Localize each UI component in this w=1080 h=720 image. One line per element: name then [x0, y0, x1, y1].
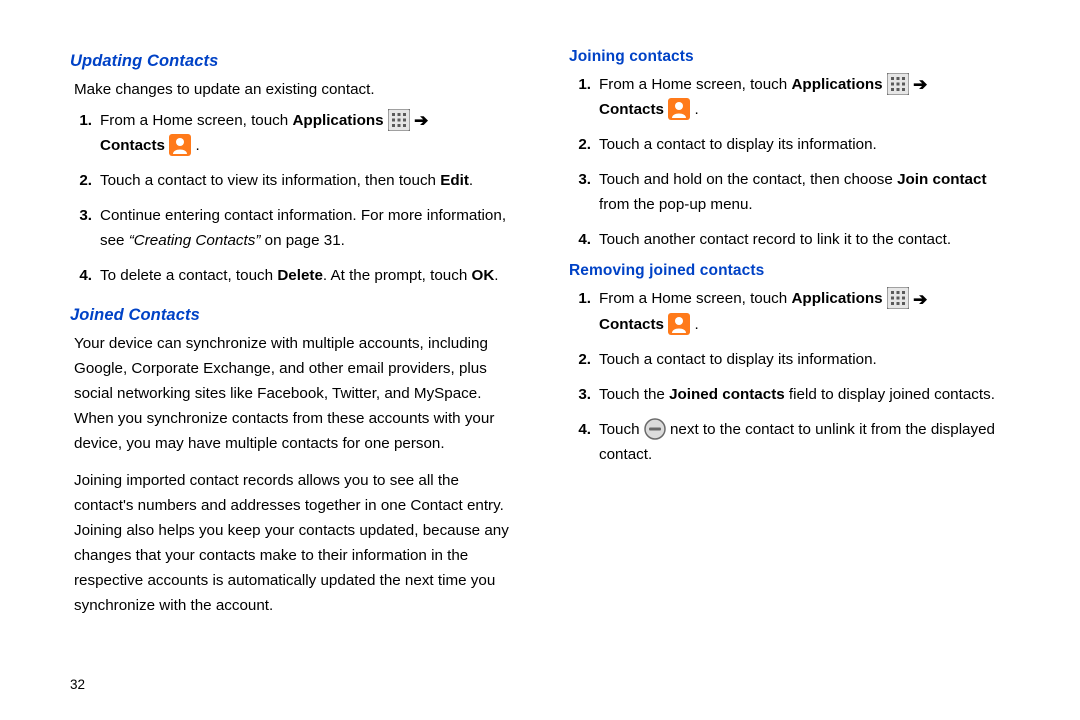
step-body: Touch next to the contact to unlink it f…	[599, 417, 1020, 467]
step-text: From a Home screen, touch	[100, 112, 292, 129]
page-number: 32	[70, 677, 85, 692]
arrow-icon: ➔	[913, 72, 927, 97]
contacts-label: Contacts	[100, 137, 165, 154]
delete-label: Delete	[277, 267, 323, 284]
contacts-icon	[169, 134, 191, 156]
arrow-icon: ➔	[414, 108, 428, 133]
joined-paragraph-1: Your device can synchronize with multipl…	[74, 331, 521, 456]
step-body: From a Home screen, touch Applications ➔…	[100, 108, 521, 158]
right-column: Joining contacts 1. From a Home screen, …	[569, 44, 1020, 630]
step-text: Touch the	[599, 386, 669, 403]
step-text: From a Home screen, touch	[599, 76, 791, 93]
step-body: Touch another contact record to link it …	[599, 227, 1020, 252]
step-item: 2. Touch a contact to display its inform…	[573, 347, 1020, 372]
step-number: 3.	[74, 203, 92, 253]
applications-label: Applications	[292, 112, 383, 129]
step-text: . At the prompt, touch	[323, 267, 472, 284]
remove-icon	[644, 418, 666, 440]
step-text: .	[494, 267, 498, 284]
step-text: field to display joined contacts.	[785, 386, 995, 403]
step-body: Touch a contact to display its informati…	[599, 132, 1020, 157]
step-body: To delete a contact, touch Delete. At th…	[100, 263, 521, 288]
applications-label: Applications	[791, 76, 882, 93]
section-heading-joined: Joined Contacts	[70, 306, 521, 325]
step-text: on page 31.	[260, 232, 344, 249]
step-number: 2.	[573, 347, 591, 372]
step-item: 4. Touch next to the contact to unlink i…	[573, 417, 1020, 467]
removing-steps: 1. From a Home screen, touch Application…	[569, 286, 1020, 466]
cross-reference: “Creating Contacts”	[129, 232, 261, 249]
section-heading-updating: Updating Contacts	[70, 52, 521, 71]
apps-grid-icon	[887, 287, 909, 309]
edit-label: Edit	[440, 172, 469, 189]
step-number: 4.	[573, 227, 591, 252]
contacts-label: Contacts	[599, 101, 664, 118]
step-item: 1. From a Home screen, touch Application…	[573, 72, 1020, 122]
step-number: 4.	[74, 263, 92, 288]
step-item: 4. Touch another contact record to link …	[573, 227, 1020, 252]
step-text: Touch and hold on the contact, then choo…	[599, 171, 897, 188]
two-column-layout: Updating Contacts Make changes to update…	[70, 44, 1020, 630]
step-text: .	[690, 101, 698, 118]
contacts-icon	[668, 98, 690, 120]
contacts-icon	[668, 313, 690, 335]
left-column: Updating Contacts Make changes to update…	[70, 44, 521, 630]
step-text: To delete a contact, touch	[100, 267, 277, 284]
step-item: 2. Touch a contact to display its inform…	[573, 132, 1020, 157]
step-number: 1.	[573, 286, 591, 336]
step-item: 3. Continue entering contact information…	[74, 203, 521, 253]
manual-page: Updating Contacts Make changes to update…	[0, 0, 1080, 720]
joined-contacts-label: Joined contacts	[669, 386, 785, 403]
subheading-joining: Joining contacts	[569, 48, 1020, 66]
step-text: From a Home screen, touch	[599, 290, 791, 307]
step-text: Touch	[599, 421, 644, 438]
apps-grid-icon	[388, 109, 410, 131]
step-body: From a Home screen, touch Applications ➔…	[599, 72, 1020, 122]
join-contact-label: Join contact	[897, 171, 986, 188]
step-item: 3. Touch the Joined contacts field to di…	[573, 382, 1020, 407]
step-number: 2.	[74, 168, 92, 193]
step-item: 1. From a Home screen, touch Application…	[74, 108, 521, 158]
step-text: .	[690, 316, 698, 333]
applications-label: Applications	[791, 290, 882, 307]
step-number: 3.	[573, 167, 591, 217]
step-number: 3.	[573, 382, 591, 407]
contacts-label: Contacts	[599, 316, 664, 333]
step-number: 2.	[573, 132, 591, 157]
step-text: from the pop-up menu.	[599, 196, 753, 213]
arrow-icon: ➔	[913, 287, 927, 312]
step-number: 1.	[74, 108, 92, 158]
step-text: .	[469, 172, 473, 189]
step-text: .	[191, 137, 199, 154]
step-body: Touch a contact to display its informati…	[599, 347, 1020, 372]
apps-grid-icon	[887, 73, 909, 95]
step-text: Touch a contact to view its information,…	[100, 172, 440, 189]
step-item: 2. Touch a contact to view its informati…	[74, 168, 521, 193]
intro-text: Make changes to update an existing conta…	[74, 77, 521, 102]
step-number: 4.	[573, 417, 591, 467]
ok-label: OK	[472, 267, 495, 284]
step-body: Touch a contact to view its information,…	[100, 168, 521, 193]
step-item: 4. To delete a contact, touch Delete. At…	[74, 263, 521, 288]
step-item: 3. Touch and hold on the contact, then c…	[573, 167, 1020, 217]
step-body: Touch and hold on the contact, then choo…	[599, 167, 1020, 217]
subheading-removing: Removing joined contacts	[569, 262, 1020, 280]
updating-steps: 1. From a Home screen, touch Application…	[70, 108, 521, 288]
step-body: Touch the Joined contacts field to displ…	[599, 382, 1020, 407]
joined-paragraph-2: Joining imported contact records allows …	[74, 468, 521, 618]
step-body: From a Home screen, touch Applications ➔…	[599, 286, 1020, 336]
step-body: Continue entering contact information. F…	[100, 203, 521, 253]
step-item: 1. From a Home screen, touch Application…	[573, 286, 1020, 336]
step-number: 1.	[573, 72, 591, 122]
joining-steps: 1. From a Home screen, touch Application…	[569, 72, 1020, 252]
